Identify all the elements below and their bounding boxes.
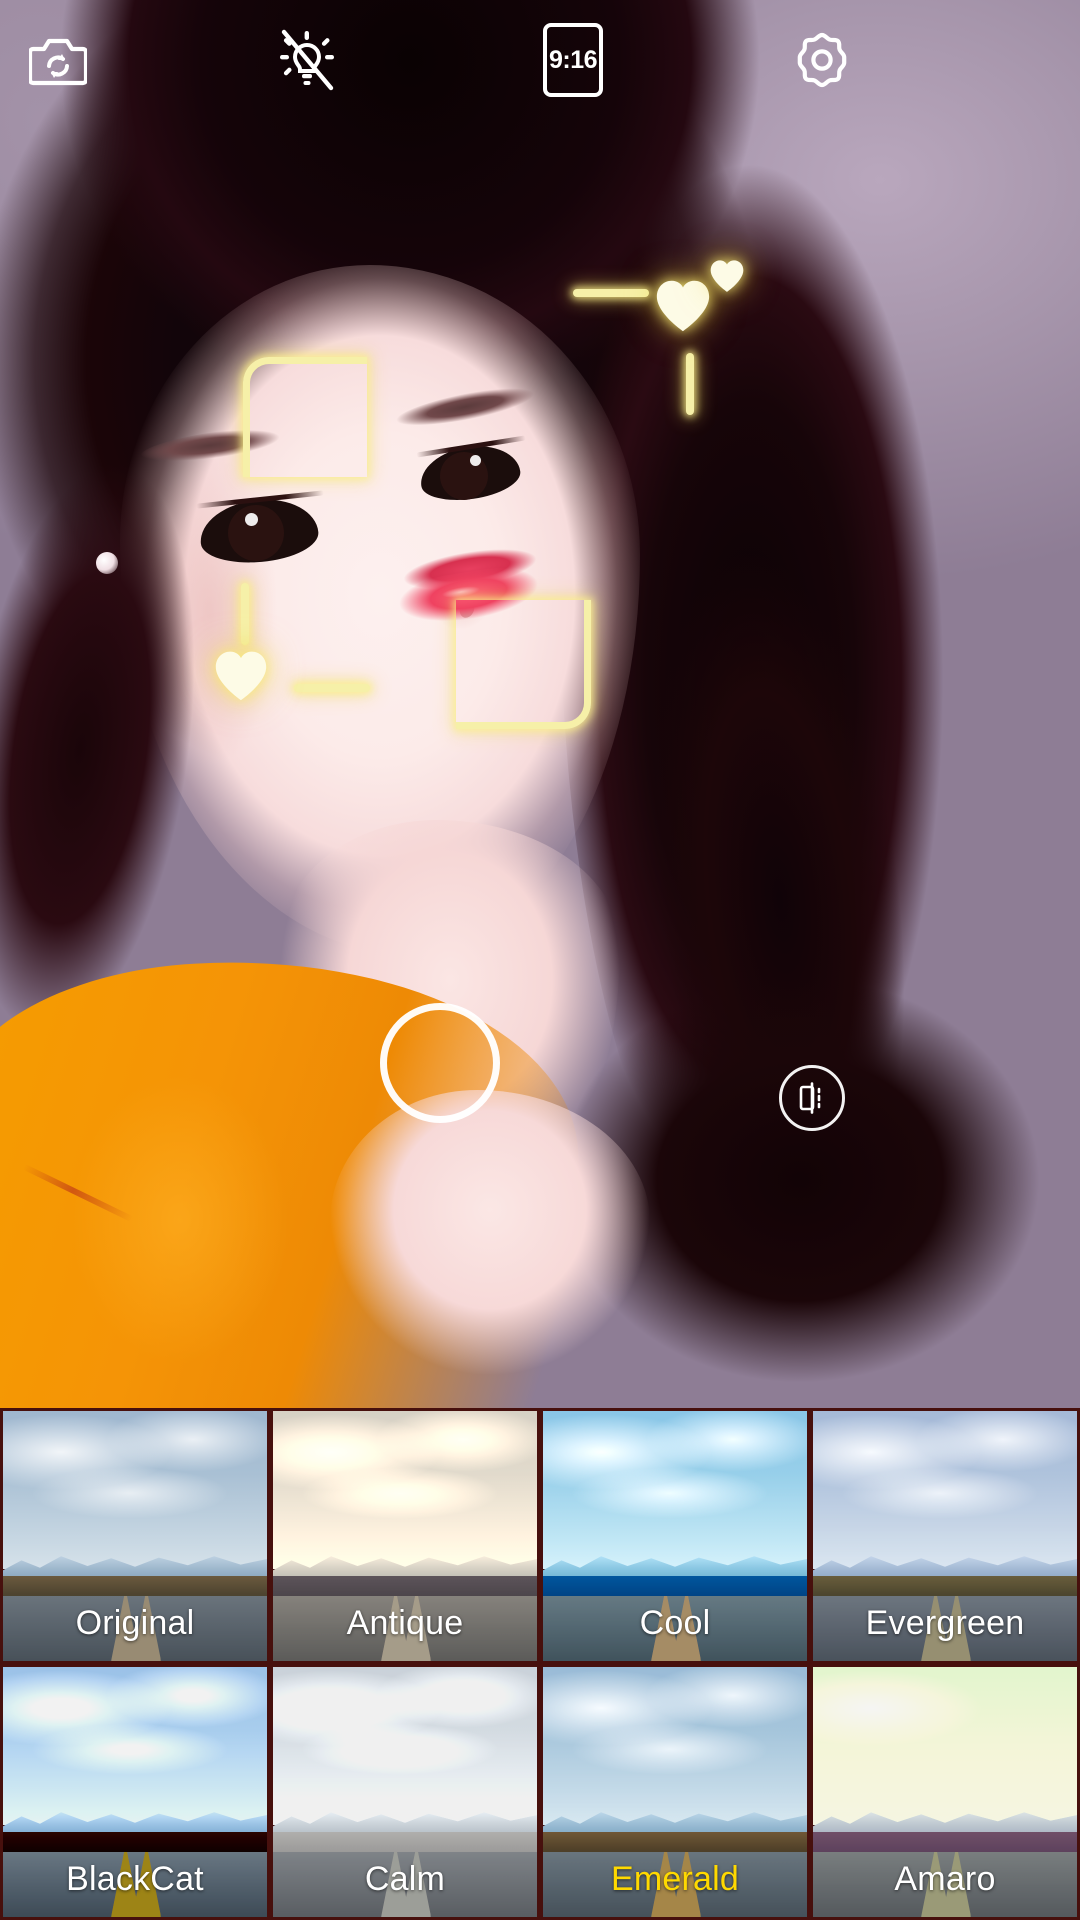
filter-item-blackcat[interactable]: BlackCat [0, 1664, 270, 1920]
filter-item-antique[interactable]: Antique [270, 1408, 540, 1664]
filter-label: Emerald [610, 1860, 739, 1898]
aspect-ratio-value: 9:16 [548, 45, 598, 74]
switch-camera-button[interactable] [20, 22, 96, 98]
filter-label: Cool [639, 1604, 711, 1642]
filter-label: BlackCat [66, 1860, 204, 1898]
split-compare-icon [799, 1082, 821, 1114]
filter-item-amaro[interactable]: Amaro [810, 1664, 1080, 1920]
filter-item-cool[interactable]: Cool [540, 1408, 810, 1664]
heart-icon [215, 651, 267, 701]
aspect-ratio-button[interactable]: 9:16 [535, 22, 611, 98]
thumb-sky [3, 1667, 267, 1825]
face-frame-dash-bottom [294, 684, 370, 692]
subject-iris-left [228, 505, 284, 561]
flash-off-icon [280, 29, 334, 91]
camera-app-screen: 9:16 Original Antique Cool Evergreen BlackCa… [0, 0, 1080, 1920]
subject-earring [96, 552, 118, 574]
subject-eye-glint-left [245, 513, 258, 526]
face-frame-dash-top [573, 289, 649, 297]
settings-button[interactable] [784, 22, 860, 98]
face-frame-dash-left [241, 583, 249, 645]
camera-viewfinder[interactable] [0, 0, 1080, 1408]
face-frame-corner-top-left [243, 357, 367, 477]
thumb-sky [813, 1667, 1077, 1825]
filter-item-original[interactable]: Original [0, 1408, 270, 1664]
filter-grid[interactable]: Original Antique Cool Evergreen BlackCat Calm… [0, 1408, 1080, 1920]
thumb-sky [543, 1667, 807, 1825]
thumb-sky [273, 1667, 537, 1825]
camera-flip-icon [29, 38, 87, 86]
heart-icon [656, 280, 710, 332]
subject-chest [330, 1090, 650, 1408]
filter-item-calm[interactable]: Calm [270, 1664, 540, 1920]
thumb-sky [813, 1411, 1077, 1569]
camera-top-bar: 9:16 [0, 0, 1080, 118]
filter-item-emerald[interactable]: Emerald [540, 1664, 810, 1920]
aspect-ratio-icon: 9:16 [543, 23, 603, 97]
subject-eye-glint-right [470, 455, 481, 466]
face-frame-corner-bottom-right [456, 600, 591, 729]
filter-label: Antique [346, 1604, 464, 1642]
filter-label: Amaro [894, 1860, 996, 1898]
filter-label: Evergreen [865, 1604, 1025, 1642]
flash-toggle-button[interactable] [269, 22, 345, 98]
filter-label: Original [75, 1604, 195, 1642]
subject-garment-fold [30, 1020, 330, 1408]
face-frame-dash-right [686, 353, 694, 415]
gear-icon [797, 32, 847, 88]
filter-item-evergreen[interactable]: Evergreen [810, 1408, 1080, 1664]
thumb-sky [273, 1411, 537, 1569]
thumb-sky [543, 1411, 807, 1569]
heart-icon [710, 260, 744, 292]
shutter-button[interactable] [380, 1003, 500, 1123]
filter-label: Calm [364, 1860, 446, 1898]
split-compare-button[interactable] [779, 1065, 845, 1131]
thumb-sky [3, 1411, 267, 1569]
